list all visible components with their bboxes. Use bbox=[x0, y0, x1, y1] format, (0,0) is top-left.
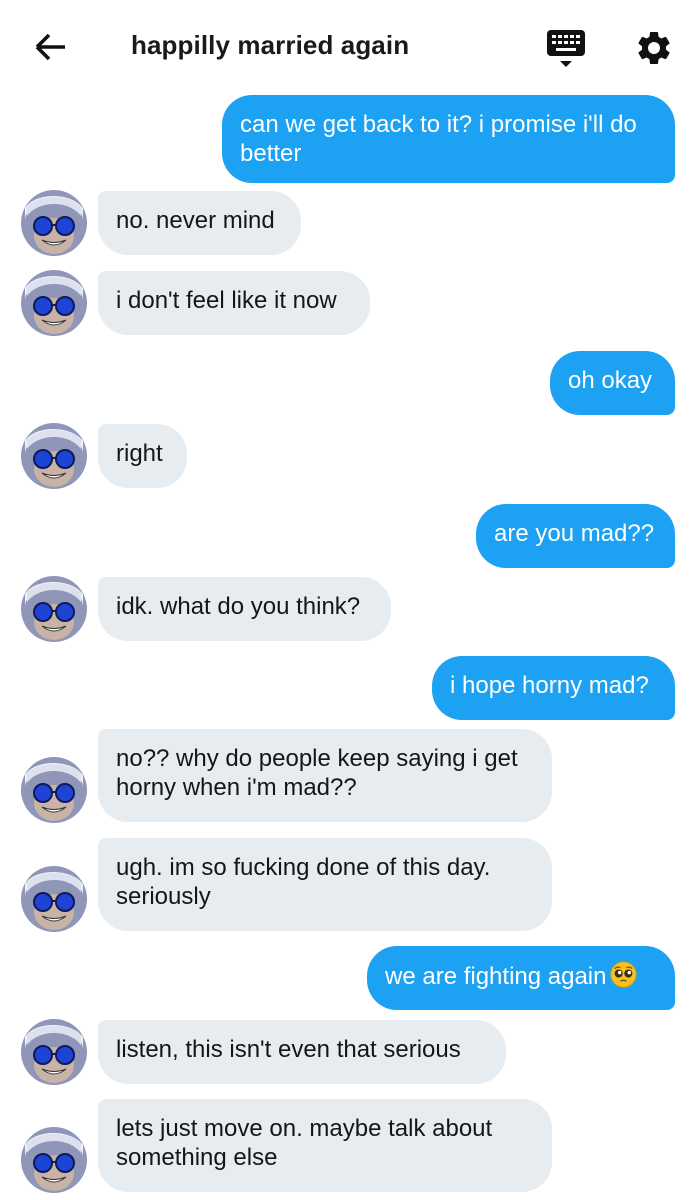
message-text: we are fighting again bbox=[385, 963, 607, 990]
avatar[interactable] bbox=[21, 866, 87, 932]
avatar-image bbox=[21, 270, 87, 336]
keyboard-icon bbox=[547, 30, 585, 67]
conversation-header: happilly married again bbox=[0, 0, 695, 92]
conversation-title: happilly married again bbox=[131, 30, 410, 60]
message-text: no?? why do people keep saying i get hor… bbox=[116, 745, 518, 801]
gear-icon bbox=[638, 31, 670, 64]
outgoing-message-bubble[interactable]: oh okay bbox=[550, 351, 675, 415]
outgoing-message-bubble[interactable]: i hope horny mad? bbox=[432, 656, 675, 720]
incoming-message-bubble[interactable]: no?? why do people keep saying i get hor… bbox=[98, 729, 552, 822]
message-text: right bbox=[116, 440, 163, 467]
avatar[interactable] bbox=[21, 1127, 87, 1193]
back-button[interactable] bbox=[26, 24, 76, 70]
pleading-face-emoji bbox=[610, 961, 638, 995]
settings-button[interactable] bbox=[630, 24, 678, 72]
outgoing-message-bubble[interactable]: are you mad?? bbox=[476, 504, 675, 568]
avatar-image bbox=[21, 866, 87, 932]
message-text: ugh. im so fucking done of this day. ser… bbox=[116, 854, 491, 910]
message-text: i don't feel like it now bbox=[116, 287, 337, 314]
avatar[interactable] bbox=[21, 576, 87, 642]
incoming-message-bubble[interactable]: idk. what do you think? bbox=[98, 577, 391, 641]
message-text: listen, this isn't even that serious bbox=[116, 1036, 461, 1063]
avatar[interactable] bbox=[21, 190, 87, 256]
avatar[interactable] bbox=[21, 270, 87, 336]
avatar[interactable] bbox=[21, 1019, 87, 1085]
incoming-message-bubble[interactable]: no. never mind bbox=[98, 191, 301, 255]
incoming-message-bubble[interactable]: right bbox=[98, 424, 187, 488]
message-text: are you mad?? bbox=[494, 520, 655, 547]
avatar-image bbox=[21, 190, 87, 256]
message-text: no. never mind bbox=[116, 207, 275, 234]
incoming-message-bubble[interactable]: listen, this isn't even that serious bbox=[98, 1020, 506, 1084]
outgoing-message-bubble[interactable]: can we get back to it? i promise i'll do… bbox=[222, 95, 675, 183]
message-text: idk. what do you think? bbox=[116, 593, 361, 620]
message-text: oh okay bbox=[568, 367, 653, 394]
avatar-image bbox=[21, 1019, 87, 1085]
avatar-image bbox=[21, 576, 87, 642]
avatar[interactable] bbox=[21, 757, 87, 823]
avatar-image bbox=[21, 757, 87, 823]
avatar[interactable] bbox=[21, 423, 87, 489]
arrow-left-icon bbox=[35, 33, 65, 61]
incoming-message-bubble[interactable]: ugh. im so fucking done of this day. ser… bbox=[98, 838, 552, 931]
dm-conversation-screen: happilly married again can we get back t… bbox=[0, 0, 695, 1200]
message-text: lets just move on. maybe talk about some… bbox=[116, 1115, 493, 1171]
message-text: can we get back to it? i promise i'll do… bbox=[240, 111, 637, 167]
message-text: i hope horny mad? bbox=[450, 672, 649, 699]
outgoing-message-bubble[interactable]: we are fighting again bbox=[367, 946, 675, 1010]
avatar-image bbox=[21, 1127, 87, 1193]
avatar-image bbox=[21, 423, 87, 489]
incoming-message-bubble[interactable]: i don't feel like it now bbox=[98, 271, 370, 335]
keyboard-button[interactable] bbox=[543, 26, 589, 72]
incoming-message-bubble[interactable]: lets just move on. maybe talk about some… bbox=[98, 1099, 552, 1192]
